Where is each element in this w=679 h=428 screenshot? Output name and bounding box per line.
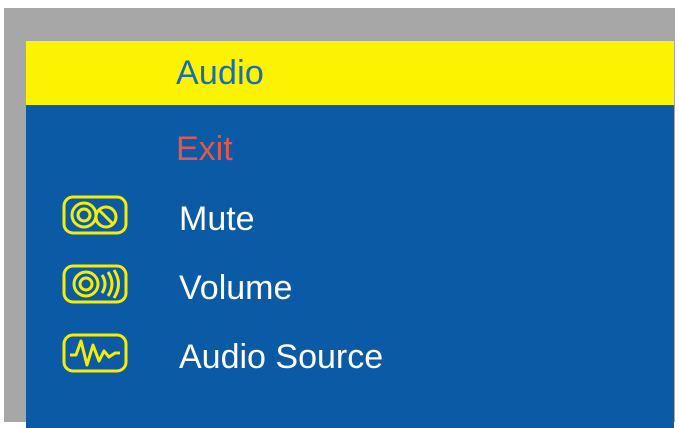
menu-title-bar: Audio [26, 41, 674, 105]
mute-icon [62, 195, 128, 235]
menu-item-label: Audio Source [179, 338, 384, 376]
audio-source-icon [62, 333, 128, 373]
menu-item-audio-source[interactable]: Audio Source [26, 331, 674, 387]
menu-item-exit[interactable]: Exit [26, 123, 674, 179]
menu-item-label: Mute [179, 200, 255, 238]
menu-item-volume[interactable]: Volume [26, 262, 674, 318]
osd-menu: Audio Exit Mute Volume Audio Source [26, 41, 674, 428]
menu-item-mute[interactable]: Mute [26, 193, 674, 249]
osd-frame: Audio Exit Mute Volume Audio Source [4, 8, 675, 428]
menu-item-label: Exit [176, 130, 233, 168]
volume-icon [62, 264, 128, 304]
menu-title: Audio [176, 54, 264, 92]
menu-item-label: Volume [179, 269, 293, 307]
